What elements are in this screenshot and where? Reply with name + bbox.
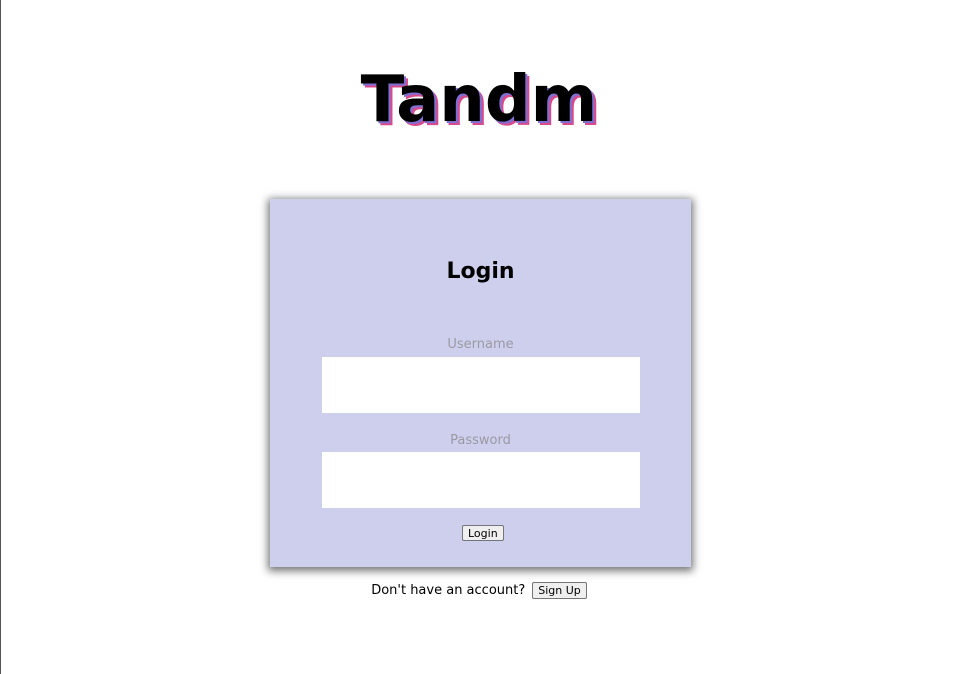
username-label: Username (447, 337, 514, 352)
signup-row: Don't have an account? Sign Up (1, 580, 956, 600)
login-button[interactable]: Login (462, 525, 504, 541)
app-title: Tandm (360, 63, 598, 137)
page: Tandm Login Username Password Login Don'… (0, 0, 956, 674)
password-input[interactable] (322, 452, 640, 508)
signup-button[interactable]: Sign Up (532, 581, 587, 599)
signup-prompt: Don't have an account? (371, 582, 526, 598)
password-label: Password (450, 433, 511, 448)
login-card: Login Username Password Login (270, 199, 691, 567)
login-card-title: Login (446, 259, 515, 284)
username-input[interactable] (322, 357, 640, 413)
